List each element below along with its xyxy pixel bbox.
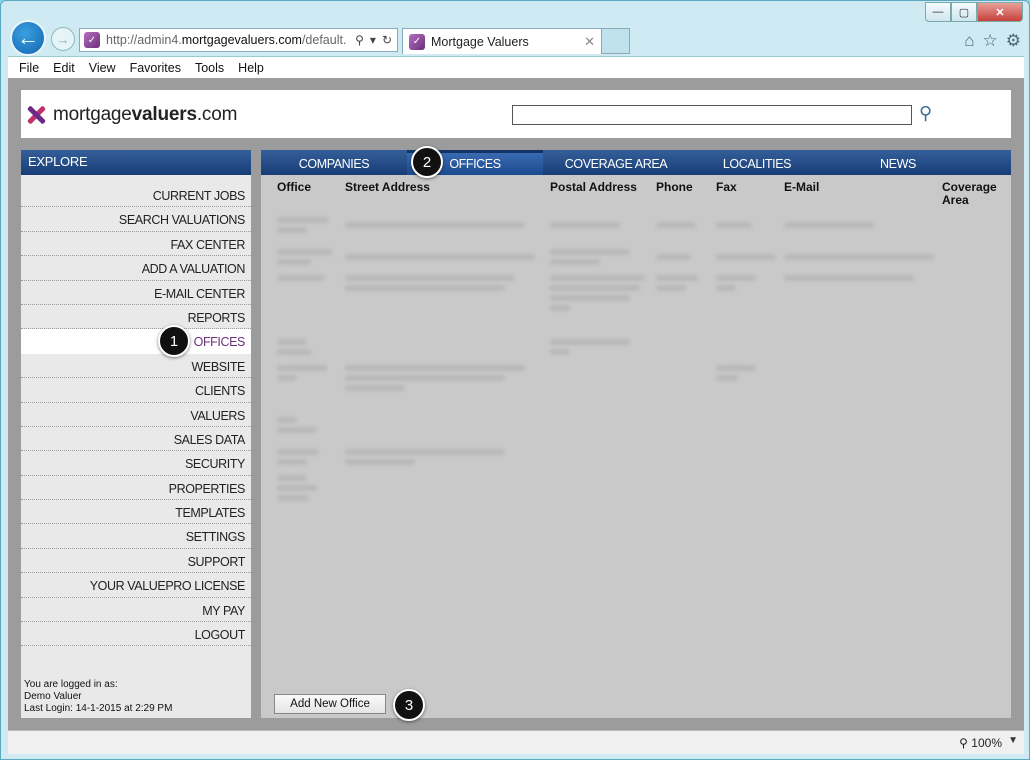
login-user: Demo Valuer — [24, 691, 82, 702]
status-bar: ⚲ 100% ▼ — [8, 730, 1024, 754]
table-header-row: Office Street Address Postal Address Pho… — [273, 181, 1008, 207]
site-search-input[interactable] — [512, 105, 912, 125]
nav-my-pay[interactable]: MY PAY — [21, 598, 251, 623]
forward-arrow-icon: → — [56, 31, 70, 47]
nav-valuers[interactable]: VALUERS — [21, 403, 251, 427]
menu-view[interactable]: View — [82, 61, 123, 75]
login-info: You are logged in as: Demo Valuer Last L… — [24, 679, 172, 715]
nav-security[interactable]: SECURITY — [21, 451, 251, 476]
nav-templates[interactable]: TEMPLATES — [21, 500, 251, 525]
address-bar[interactable]: ✓ http://admin4.mortgagevaluers.com/defa… — [79, 28, 398, 52]
window-controls: — ▢ ✕ — [925, 2, 1023, 22]
url-suffix: /default. — [301, 33, 347, 47]
callout-3: 3 — [393, 689, 425, 721]
table-row[interactable] — [273, 407, 1008, 439]
tab-favicon-icon: ✓ — [409, 33, 425, 50]
search-icon[interactable]: ⚲ — [355, 33, 364, 47]
browser-tab[interactable]: ✓ Mortgage Valuers ✕ — [402, 28, 602, 54]
nav-properties[interactable]: PROPERTIES — [21, 476, 251, 501]
callout-2: 2 — [411, 146, 443, 178]
table-row[interactable] — [273, 207, 1008, 239]
offices-table: Office Street Address Postal Address Pho… — [273, 181, 1008, 513]
menu-tools[interactable]: Tools — [188, 61, 231, 75]
zoom-dropdown-icon[interactable]: ▼ — [1008, 735, 1018, 746]
back-arrow-icon: ← — [17, 25, 39, 50]
minimize-button[interactable]: — — [925, 2, 951, 22]
close-button[interactable]: ✕ — [977, 2, 1023, 22]
nav-sales-data[interactable]: SALES DATA — [21, 427, 251, 452]
tab-title: Mortgage Valuers — [431, 34, 529, 49]
table-row[interactable] — [273, 471, 1008, 513]
col-street-address: Street Address — [345, 180, 430, 194]
zoom-icon: ⚲ — [959, 736, 968, 750]
menu-bar: File Edit View Favorites Tools Help — [8, 56, 1024, 78]
col-email: E-Mail — [784, 180, 820, 194]
nav-fax-center[interactable]: FAX CENTER — [21, 232, 251, 257]
explore-panel: EXPLORE CURRENT JOBS SEARCH VALUATIONS F… — [21, 150, 251, 718]
table-row[interactable] — [273, 271, 1008, 329]
tab-coverage-area[interactable]: COVERAGE AREA — [543, 150, 689, 175]
nav-clients[interactable]: CLIENTS — [21, 378, 251, 403]
address-tools: ⚲ ▾ ↻ — [350, 33, 397, 47]
url-domain: mortgagevaluers.com — [181, 33, 302, 47]
nav-logout[interactable]: LOGOUT — [21, 622, 251, 647]
menu-help[interactable]: Help — [231, 61, 271, 75]
nav-settings[interactable]: SETTINGS — [21, 524, 251, 549]
back-button[interactable]: ← — [10, 20, 46, 56]
logo-text: mortgagevaluers.com — [53, 104, 238, 125]
nav-current-jobs[interactable]: CURRENT JOBS — [21, 183, 251, 208]
site-favicon-icon: ✓ — [84, 32, 100, 48]
page-content: mortgagevaluers.com ⚲ EXPLORE CURRENT JO… — [8, 78, 1024, 730]
nav-offices[interactable]: OFFICES — [21, 329, 251, 354]
dropdown-icon[interactable]: ▾ — [370, 33, 376, 47]
maximize-button[interactable]: ▢ — [951, 2, 977, 22]
site-header: mortgagevaluers.com ⚲ — [21, 90, 1011, 138]
site-logo[interactable]: mortgagevaluers.com — [25, 104, 237, 126]
menu-edit[interactable]: Edit — [46, 61, 82, 75]
logo-mark-icon — [25, 104, 47, 126]
nav-add-a-valuation[interactable]: ADD A VALUATION — [21, 256, 251, 281]
col-phone: Phone — [656, 180, 693, 194]
browser-window: — ▢ ✕ ← → ✓ http://admin4.mortgagevaluer… — [0, 0, 1030, 760]
menu-favorites[interactable]: Favorites — [123, 61, 188, 75]
nav-search-valuations[interactable]: SEARCH VALUATIONS — [21, 207, 251, 232]
table-row[interactable] — [273, 239, 1008, 271]
menu-file[interactable]: File — [12, 61, 46, 75]
tab-localities[interactable]: LOCALITIES — [689, 150, 825, 175]
settings-gear-icon[interactable]: ⚙ — [1006, 31, 1021, 51]
offices-panel: COMPANIES OFFICES COVERAGE AREA LOCALITI… — [261, 150, 1011, 718]
nav-license[interactable]: YOUR VALUEPRO LICENSE — [21, 573, 251, 598]
table-row[interactable] — [273, 361, 1008, 407]
col-fax: Fax — [716, 180, 737, 194]
favorites-star-icon[interactable]: ☆ — [983, 31, 998, 51]
add-new-office-button[interactable]: Add New Office — [274, 694, 386, 714]
last-login: Last Login: 14-1-2015 at 2:29 PM — [24, 703, 173, 714]
table-row[interactable] — [273, 329, 1008, 361]
browser-toolbar-icons: ⌂ ☆ ⚙ — [964, 31, 1021, 51]
nav-support[interactable]: SUPPORT — [21, 549, 251, 574]
col-office: Office — [277, 180, 312, 194]
forward-button[interactable]: → — [51, 27, 75, 51]
refresh-icon[interactable]: ↻ — [382, 33, 392, 47]
table-row[interactable] — [273, 439, 1008, 471]
nav-email-center[interactable]: E-MAIL CENTER — [21, 281, 251, 305]
zoom-level[interactable]: ⚲ 100% — [959, 736, 1002, 750]
explore-nav: CURRENT JOBS SEARCH VALUATIONS FAX CENTE… — [21, 183, 251, 647]
callout-1: 1 — [158, 325, 190, 357]
tab-close-icon[interactable]: ✕ — [584, 34, 595, 50]
login-label: You are logged in as: — [24, 679, 118, 690]
magnifier-search-icon[interactable]: ⚲ — [919, 103, 941, 125]
section-tabs: COMPANIES OFFICES COVERAGE AREA LOCALITI… — [261, 150, 1011, 175]
tab-news[interactable]: NEWS — [825, 150, 971, 175]
new-tab-button[interactable] — [602, 28, 630, 54]
nav-reports[interactable]: REPORTS — [21, 305, 251, 330]
url-prefix: http://admin4. — [106, 33, 182, 47]
home-icon[interactable]: ⌂ — [964, 31, 974, 51]
tab-companies[interactable]: COMPANIES — [261, 150, 407, 175]
col-coverage-area: Coverage Area — [942, 180, 997, 207]
address-url: http://admin4.mortgagevaluers.com/defaul… — [106, 33, 346, 47]
explore-title: EXPLORE — [21, 150, 251, 175]
col-postal-address: Postal Address — [550, 180, 637, 194]
nav-website[interactable]: WEBSITE — [21, 354, 251, 379]
